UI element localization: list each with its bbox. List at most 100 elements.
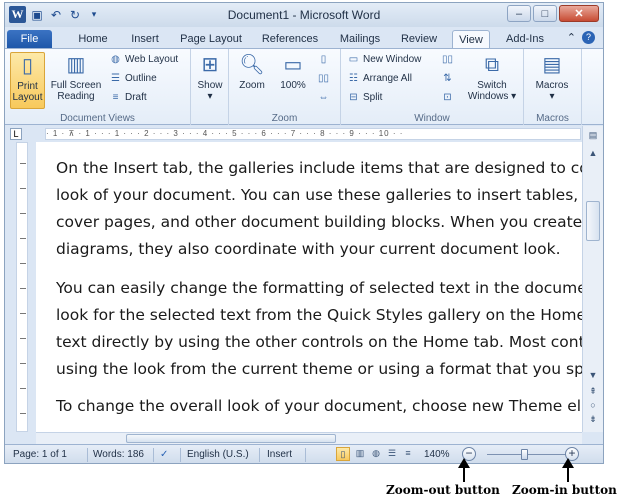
document-page[interactable]: On the Insert tab, the galleries include… bbox=[36, 142, 582, 432]
switch-windows-label-1: Switch bbox=[477, 80, 507, 91]
arrange-all-icon: ☷ bbox=[349, 73, 358, 84]
arrange-all-button[interactable]: ☷ Arrange All bbox=[347, 73, 412, 84]
web-layout-view-icon[interactable]: ◍ bbox=[369, 447, 383, 461]
full-screen-view-icon[interactable]: ▥ bbox=[353, 447, 367, 461]
tab-selector[interactable]: L bbox=[10, 128, 22, 140]
page-width-icon: ⇔ bbox=[318, 92, 329, 103]
split-button[interactable]: ⊟ Split bbox=[347, 92, 382, 103]
split-icon: ⊟ bbox=[349, 92, 358, 103]
horizontal-ruler: L · 1 · ⊼ · 1 · · · 1 · · · 2 · · · 3 · … bbox=[5, 126, 603, 142]
tab-references[interactable]: References bbox=[258, 30, 322, 49]
ruler-tick bbox=[20, 338, 26, 339]
draft-label: Draft bbox=[125, 92, 147, 103]
vertical-ruler bbox=[5, 142, 36, 432]
view-side-by-side-button[interactable]: ▯▯ bbox=[441, 54, 454, 65]
ruler-scale[interactable]: · 1 · ⊼ · 1 · · · 1 · · · 2 · · · 3 · · … bbox=[45, 128, 581, 140]
tab-mailings[interactable]: Mailings bbox=[335, 30, 385, 49]
switch-windows-button[interactable]: ⧉ Switch Windows ▾ bbox=[466, 52, 518, 109]
browse-object-icon[interactable]: ○ bbox=[586, 400, 600, 410]
maximize-button[interactable]: □ bbox=[533, 5, 557, 22]
full-screen-reading-button[interactable]: ▥ Full Screen Reading bbox=[50, 52, 102, 109]
ruler-tick bbox=[20, 313, 26, 314]
sync-scrolling-icon: ⇅ bbox=[443, 73, 452, 84]
full-screen-label-1: Full Screen bbox=[50, 80, 102, 91]
ruler-tick bbox=[20, 163, 26, 164]
status-divider bbox=[153, 448, 154, 462]
minimize-ribbon-icon[interactable]: ⌃ bbox=[567, 31, 576, 44]
page-count[interactable]: Page: 1 of 1 bbox=[13, 449, 67, 460]
ribbon: ▯ Print Layout ▥ Full Screen Reading ◍ W… bbox=[5, 48, 603, 125]
vertical-ruler-scale[interactable] bbox=[16, 142, 28, 432]
language-indicator[interactable]: English (U.S.) bbox=[187, 449, 249, 460]
ribbon-tabs: File Home Insert Page Layout References … bbox=[5, 27, 603, 49]
outline-button[interactable]: ☰ Outline bbox=[109, 73, 157, 84]
zoom-in-caption: Zoom-in button bbox=[512, 483, 617, 497]
group-window: ▭ New Window ☷ Arrange All ⊟ Split ▯▯ ⇅ … bbox=[341, 49, 524, 125]
reset-position-icon: ⊡ bbox=[443, 92, 452, 103]
new-window-button[interactable]: ▭ New Window bbox=[347, 54, 422, 65]
insert-mode-indicator[interactable]: Insert bbox=[267, 449, 292, 460]
word-count[interactable]: Words: 186 bbox=[93, 449, 144, 460]
zoom-100-button[interactable]: ▭ 100% bbox=[275, 52, 311, 102]
new-window-icon: ▭ bbox=[348, 54, 359, 65]
paragraph-1: On the Insert tab, the galleries include… bbox=[56, 155, 582, 263]
ruler-tick bbox=[20, 213, 26, 214]
outline-label: Outline bbox=[125, 73, 157, 84]
two-pages-button[interactable]: ▯▯ bbox=[317, 73, 330, 84]
zoom-label: Zoom bbox=[239, 80, 265, 91]
previous-page-icon[interactable]: ⇞ bbox=[586, 386, 600, 397]
scroll-thumb[interactable] bbox=[586, 201, 600, 241]
tab-page-layout[interactable]: Page Layout bbox=[177, 30, 245, 49]
zoom-out-arrow bbox=[463, 467, 465, 482]
zoom-level[interactable]: 140% bbox=[424, 449, 450, 460]
zoom-100-label: 100% bbox=[280, 80, 306, 91]
arrange-all-label: Arrange All bbox=[363, 73, 412, 84]
outline-view-icon[interactable]: ☰ bbox=[385, 447, 399, 461]
one-page-button[interactable]: ▯ bbox=[317, 54, 330, 65]
page-width-button[interactable]: ⇔ bbox=[317, 92, 330, 103]
next-page-icon[interactable]: ⇟ bbox=[586, 414, 600, 425]
horizontal-scroll-thumb[interactable] bbox=[126, 434, 336, 443]
show-button[interactable]: ⊞ Show ▾ bbox=[194, 52, 226, 109]
tab-review[interactable]: Review bbox=[397, 30, 441, 49]
tab-insert[interactable]: Insert bbox=[125, 30, 165, 49]
group-macros: ▤ Macros ▾ Macros bbox=[524, 49, 582, 125]
macros-label: Macros bbox=[535, 80, 569, 91]
minimize-button[interactable]: – bbox=[507, 5, 531, 22]
close-button[interactable]: ✕ bbox=[559, 5, 599, 22]
scroll-up-icon[interactable]: ▲ bbox=[586, 148, 600, 158]
help-icon[interactable]: ? bbox=[582, 31, 595, 44]
print-layout-view-icon[interactable]: ▯ bbox=[336, 447, 350, 461]
vertical-scrollbar[interactable]: ▤ ▲ ▼ ⇞ ○ ⇟ bbox=[582, 126, 603, 432]
tab-home[interactable]: Home bbox=[73, 30, 113, 49]
sync-scrolling-button[interactable]: ⇅ bbox=[441, 73, 454, 84]
print-layout-icon: ▯ bbox=[21, 54, 33, 77]
horizontal-scrollbar[interactable] bbox=[36, 432, 582, 444]
draft-view-icon[interactable]: ≡ bbox=[401, 447, 415, 461]
tab-file[interactable]: File bbox=[7, 30, 52, 49]
text-line: You can easily change the formatting of … bbox=[56, 279, 582, 297]
web-layout-button[interactable]: ◍ Web Layout bbox=[109, 54, 178, 65]
draft-button[interactable]: ≡ Draft bbox=[109, 92, 147, 103]
zoom-button[interactable]: 🔍︎ Zoom bbox=[235, 52, 269, 102]
text-line: text directly by using the other control… bbox=[56, 333, 582, 351]
print-layout-button[interactable]: ▯ Print Layout bbox=[10, 52, 45, 109]
zoom-slider-track[interactable] bbox=[487, 454, 569, 455]
macros-dropdown-icon: ▾ bbox=[549, 91, 555, 102]
text-line: To change the overall look of your docum… bbox=[56, 397, 582, 415]
status-divider bbox=[180, 448, 181, 462]
reset-window-position-button[interactable]: ⊡ bbox=[441, 92, 454, 103]
new-window-label: New Window bbox=[363, 54, 422, 65]
ruler-toggle-icon[interactable]: ▤ bbox=[586, 130, 600, 141]
print-layout-label-2: Layout bbox=[12, 92, 43, 103]
draft-icon: ≡ bbox=[112, 92, 119, 103]
zoom-out-caption: Zoom-out button bbox=[386, 483, 500, 497]
tab-add-ins[interactable]: Add-Ins bbox=[501, 30, 549, 49]
tab-view[interactable]: View bbox=[452, 30, 490, 49]
proofing-icon[interactable]: ✓ bbox=[160, 449, 168, 460]
zoom-slider-knob[interactable] bbox=[521, 449, 528, 460]
macros-button[interactable]: ▤ Macros ▾ bbox=[532, 52, 572, 109]
scroll-down-icon[interactable]: ▼ bbox=[586, 370, 600, 380]
ruler-tick bbox=[20, 413, 26, 414]
text-line: cover pages, and other document building… bbox=[56, 213, 582, 231]
